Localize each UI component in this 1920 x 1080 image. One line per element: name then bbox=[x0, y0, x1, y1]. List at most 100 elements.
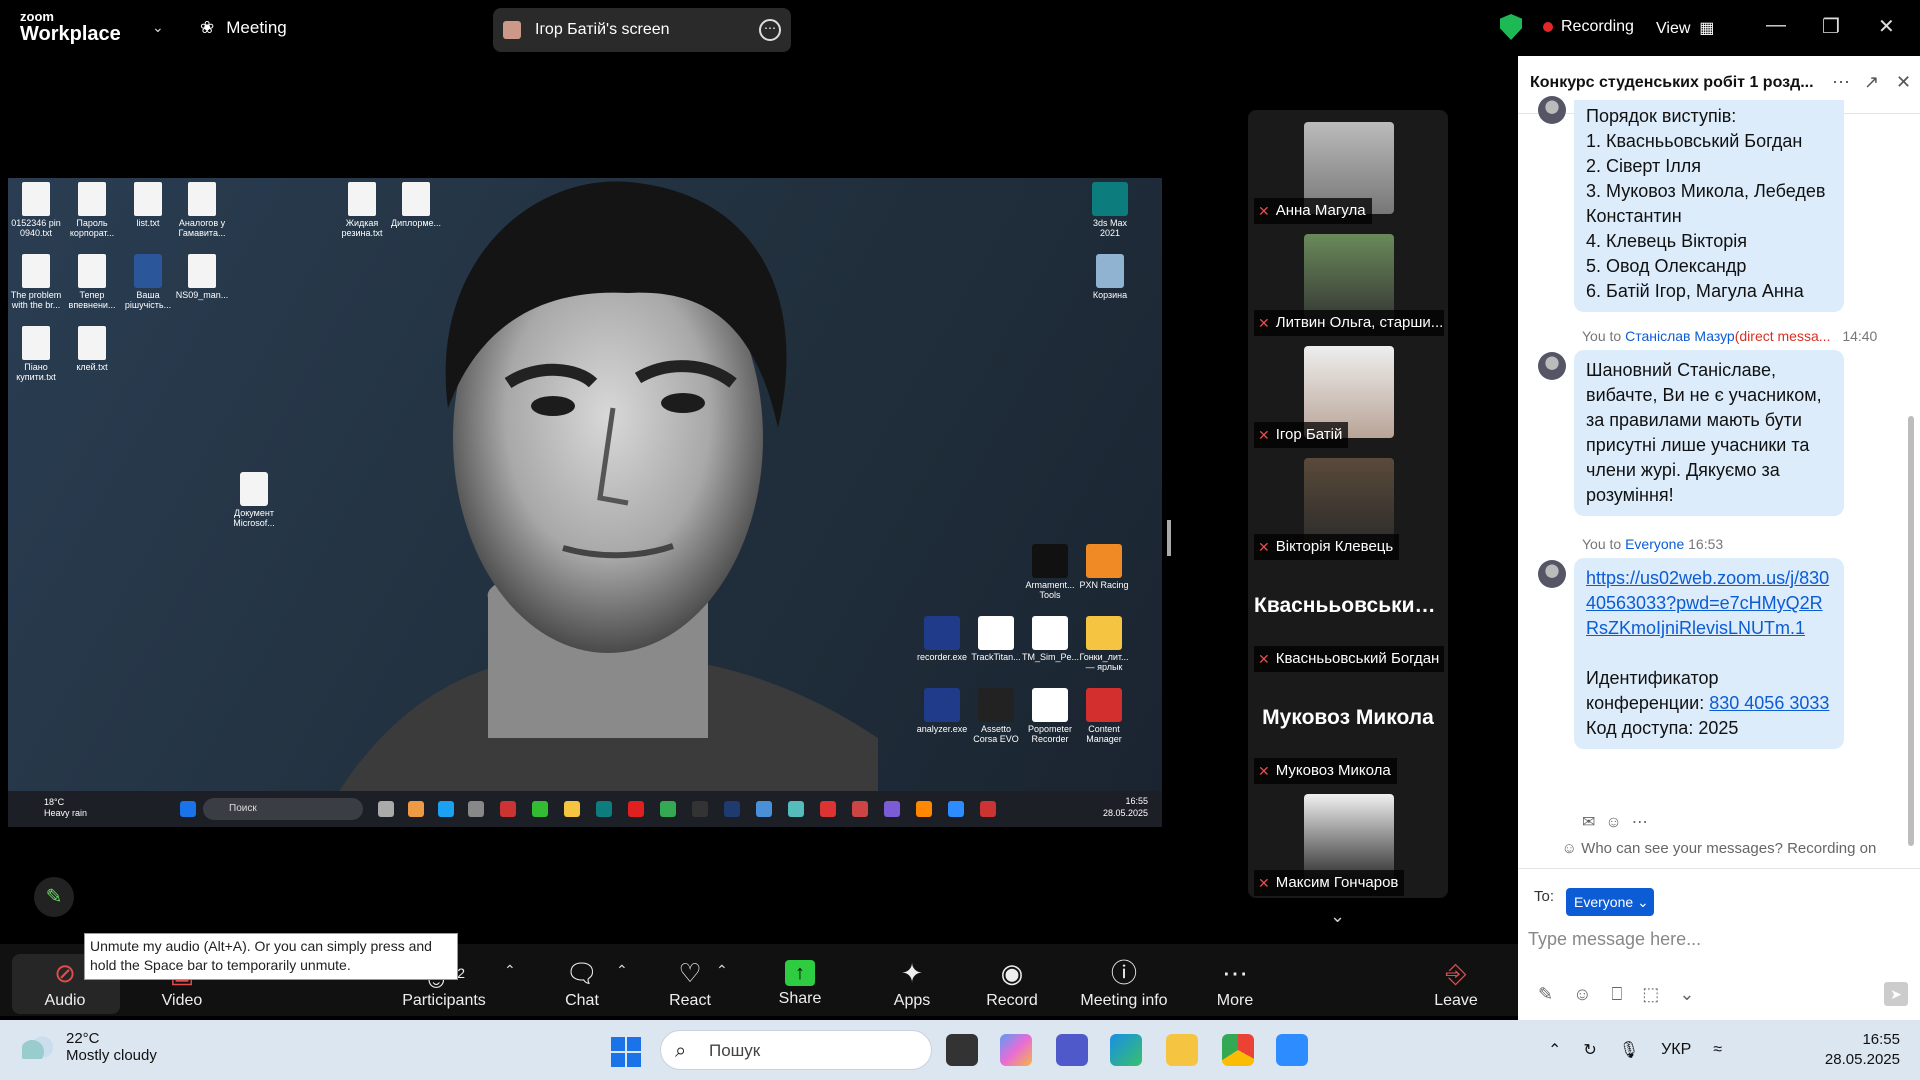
more-icon[interactable]: ⋯ bbox=[1632, 814, 1658, 831]
message-input[interactable] bbox=[1528, 922, 1908, 956]
desktop-icon[interactable]: Content Manager bbox=[1076, 688, 1132, 745]
file-explorer-icon[interactable] bbox=[1166, 1034, 1198, 1066]
screenshot-icon[interactable]: ⬚ bbox=[1642, 984, 1679, 1004]
avatar bbox=[1538, 560, 1566, 588]
desktop-icon[interactable]: analyzer.exe bbox=[914, 688, 970, 735]
desktop-icon[interactable]: Armament... Tools bbox=[1022, 544, 1078, 601]
more-icon[interactable]: ⋯ bbox=[1832, 72, 1850, 93]
taskbar-app-icon bbox=[468, 801, 484, 817]
view-label: View bbox=[1656, 20, 1691, 37]
react-button[interactable]: ♡ React bbox=[664, 956, 716, 1010]
recipient-link[interactable]: Everyone bbox=[1625, 536, 1684, 552]
taskbar-app-icon bbox=[378, 801, 394, 817]
view-button[interactable]: View ▦ bbox=[1656, 18, 1714, 38]
pop-out-icon[interactable]: ↗ bbox=[1864, 72, 1879, 93]
desktop-icon[interactable]: Assetto Corsa EVO bbox=[968, 688, 1024, 745]
chat-scrollbar[interactable] bbox=[1908, 416, 1914, 846]
record-button[interactable]: ◉ Record bbox=[982, 956, 1042, 1010]
format-icon[interactable]: ✎ bbox=[1538, 984, 1573, 1004]
leave-button[interactable]: ⎆ Leave bbox=[1430, 956, 1482, 1010]
desktop-icon[interactable]: Popometer Recorder bbox=[1022, 688, 1078, 745]
desktop-icon[interactable]: 0152346 pin 0940.txt bbox=[8, 182, 64, 239]
participant-tile[interactable]: ✕ Вікторія Клевець bbox=[1248, 446, 1448, 560]
folder-icon[interactable]: Гонки_лит... — ярлык bbox=[1076, 616, 1132, 673]
caret-up-icon[interactable]: ⌃ bbox=[616, 962, 628, 979]
emoji-icon[interactable]: ☺ bbox=[1573, 984, 1611, 1004]
restore-icon[interactable]: ❐ bbox=[1822, 14, 1840, 39]
teams-icon[interactable] bbox=[1056, 1034, 1088, 1066]
chrome-icon[interactable] bbox=[1222, 1034, 1254, 1066]
annotate-pen-icon[interactable]: ✎ bbox=[34, 877, 74, 917]
participant-tile[interactable]: ✕ Анна Магула bbox=[1248, 110, 1448, 224]
desktop-icon[interactable]: The problem with the br... bbox=[8, 254, 64, 311]
file-icon[interactable]: ⎕ bbox=[1611, 984, 1642, 1004]
zoom-icon[interactable] bbox=[1276, 1034, 1308, 1066]
caret-up-icon[interactable]: ⌃ bbox=[716, 962, 728, 979]
participant-tile[interactable]: ✕ Литвин Ольга, старши... bbox=[1248, 222, 1448, 336]
desktop-icon[interactable]: list.txt bbox=[120, 182, 176, 229]
wifi-icon[interactable]: ≈ bbox=[1713, 1041, 1722, 1059]
chat-button[interactable]: 🗨 Chat bbox=[556, 956, 608, 1010]
close-icon[interactable]: ✕ bbox=[1878, 14, 1895, 39]
desktop-icon[interactable]: TM_Sim_Pe... bbox=[1022, 616, 1079, 663]
desktop-icon[interactable]: Ваша рішучість... bbox=[120, 254, 176, 311]
desktop-icon[interactable]: Піано купити.txt bbox=[8, 326, 64, 383]
taskbar-search[interactable]: ⌕ Пошук bbox=[660, 1030, 932, 1070]
desktop-icon[interactable]: Диплорме... bbox=[388, 182, 444, 229]
more-button[interactable]: ⋯ More bbox=[1210, 956, 1260, 1010]
message-visibility-info[interactable]: ☺ Who can see your messages? Recording o… bbox=[1518, 840, 1920, 857]
desktop-icon[interactable]: PXN Racing bbox=[1076, 544, 1132, 591]
desktop-icon[interactable]: 3ds Max 2021 bbox=[1082, 182, 1138, 239]
desktop-icon[interactable]: NS09_man... bbox=[174, 254, 230, 301]
paw-icon: ❀ bbox=[200, 18, 215, 37]
record-icon: ◉ bbox=[1000, 958, 1024, 988]
close-icon[interactable]: ✕ bbox=[1896, 72, 1911, 93]
recipient-dropdown[interactable]: Everyone ⌄ bbox=[1566, 888, 1654, 916]
shield-icon[interactable] bbox=[1500, 14, 1522, 40]
share-button[interactable]: ↑ Share bbox=[774, 956, 826, 1008]
recording-indicator[interactable]: Recording bbox=[1543, 18, 1634, 36]
taskbar-clock[interactable]: 16:55 28.05.2025 bbox=[1820, 1030, 1900, 1070]
microphone-icon[interactable]: 🎙 bbox=[1619, 1040, 1639, 1060]
screen-share-pill[interactable]: Ігор Батій's screen ⋯ bbox=[493, 8, 791, 52]
desktop-icon[interactable]: Документ Microsof... bbox=[226, 472, 282, 529]
windows-start-icon[interactable] bbox=[611, 1037, 641, 1067]
meeting-link[interactable]: https://us02web.zoom.us/j/83040563033?pw… bbox=[1586, 568, 1829, 638]
desktop-icon[interactable]: TrackTitan... bbox=[968, 616, 1024, 663]
desktop-icon[interactable]: клей.txt bbox=[64, 326, 120, 373]
meeting-info-button[interactable]: ⓘ Meeting info bbox=[1074, 956, 1174, 1010]
sync-icon[interactable]: ↻ bbox=[1583, 1040, 1596, 1060]
more-icon[interactable]: ⋯ bbox=[759, 19, 781, 41]
zoom-logo[interactable]: zoom Workplace bbox=[20, 10, 121, 44]
desktop-icon[interactable]: Жидкая резина.txt bbox=[334, 182, 390, 239]
participant-tile[interactable]: ✕ Ігор Батій bbox=[1248, 334, 1448, 448]
desktop-icon[interactable]: Аналогов у Гамавита... bbox=[174, 182, 230, 239]
desktop-icon[interactable]: Тепер впевнени... bbox=[64, 254, 120, 311]
chevron-up-icon[interactable]: ⌃ bbox=[1548, 1040, 1561, 1060]
split-drag-handle[interactable] bbox=[1167, 520, 1171, 556]
recycle-bin-icon[interactable]: Корзина bbox=[1082, 254, 1138, 301]
reply-icon[interactable]: ✉ bbox=[1582, 814, 1605, 831]
desktop-icon[interactable]: Пароль корпорат... bbox=[64, 182, 120, 239]
chevron-down-icon[interactable]: ⌄ bbox=[1679, 984, 1714, 1004]
language-indicator[interactable]: УКР bbox=[1661, 1041, 1691, 1059]
participant-tile[interactable]: Муковоз Микола ✕ Муковоз Микола bbox=[1248, 670, 1448, 784]
caret-up-icon[interactable]: ⌃ bbox=[504, 962, 516, 979]
chevron-down-icon[interactable]: ⌄ bbox=[1330, 906, 1345, 927]
task-view-icon[interactable] bbox=[946, 1034, 978, 1066]
weather-widget[interactable]: 22°C Mostly cloudy bbox=[22, 1030, 157, 1064]
apps-button[interactable]: ✦ Apps bbox=[886, 956, 938, 1010]
recipient-link[interactable]: Станіслав Мазур bbox=[1625, 328, 1735, 344]
meeting-menu[interactable]: ❀ Meeting bbox=[200, 18, 287, 38]
participant-tile[interactable]: ✕ Максим Гончаров bbox=[1248, 782, 1448, 896]
copilot-icon[interactable] bbox=[1000, 1034, 1032, 1066]
meeting-id-link[interactable]: 830 4056 3033 bbox=[1709, 693, 1829, 713]
participant-tile[interactable]: Кваснььовський... ✕ Кваснььовський Богдан bbox=[1248, 558, 1448, 672]
desktop-icon[interactable]: recorder.exe bbox=[914, 616, 970, 663]
meeting-label: Meeting bbox=[226, 18, 287, 37]
chevron-down-icon[interactable]: ⌄ bbox=[152, 19, 164, 36]
edge-icon[interactable] bbox=[1110, 1034, 1142, 1066]
emoji-icon[interactable]: ☺ bbox=[1605, 814, 1631, 831]
minimize-icon[interactable]: — bbox=[1766, 14, 1786, 37]
send-icon[interactable]: ➤ bbox=[1884, 982, 1908, 1006]
